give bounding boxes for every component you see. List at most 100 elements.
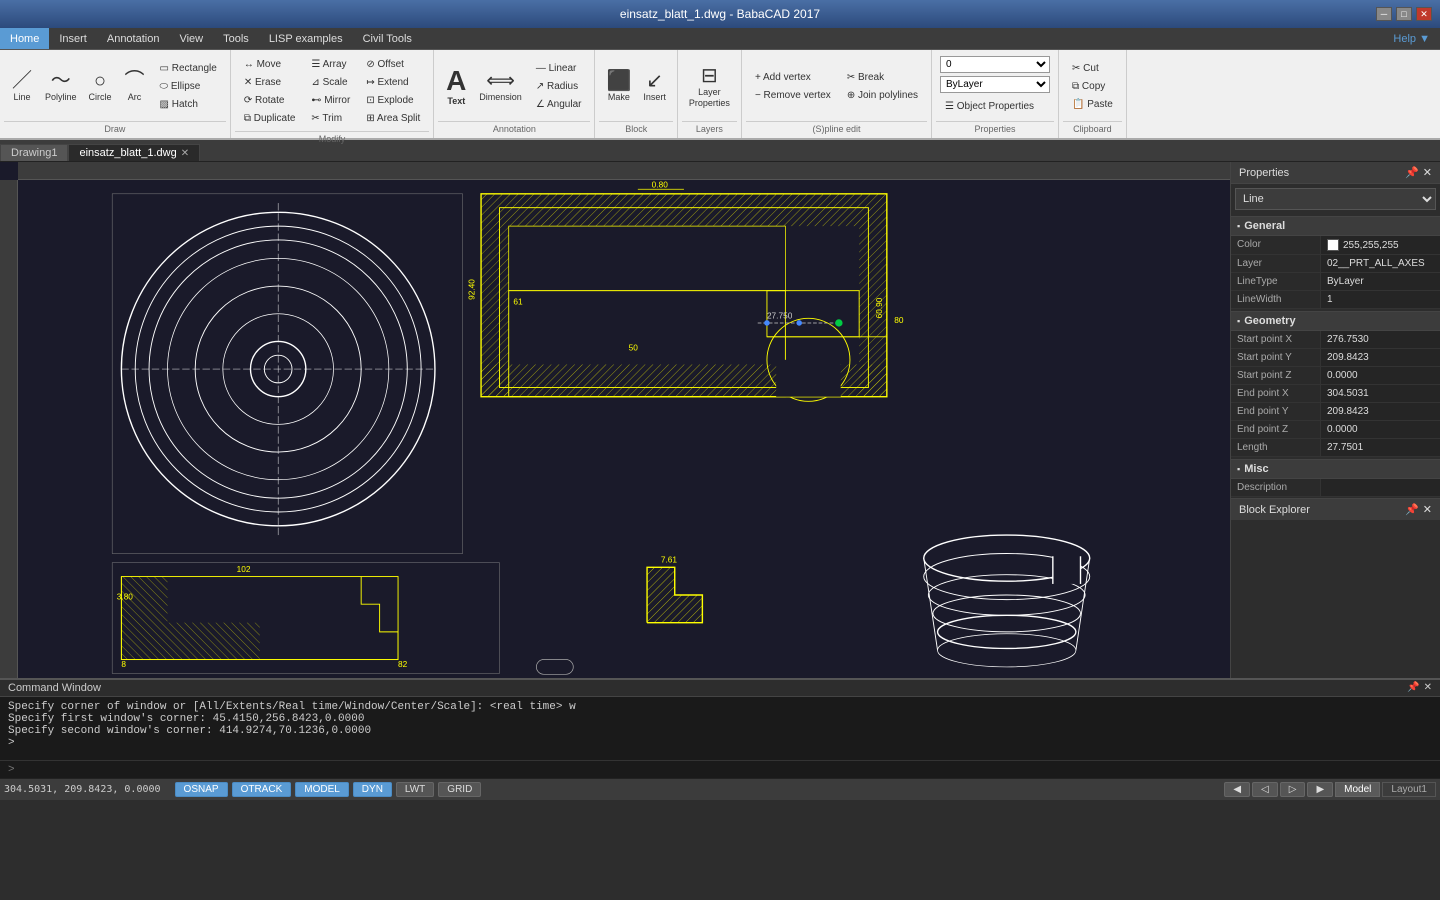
ribbon-btn-areasplit[interactable]: ⊞ Area Split: [361, 110, 425, 127]
ribbon-btn-rectangle[interactable]: ▭ Rectangle: [155, 60, 222, 77]
ribbon-btn-linear[interactable]: — Linear: [531, 60, 587, 77]
ribbon-btn-objectprops[interactable]: ☰ Object Properties: [940, 98, 1039, 115]
prop-startz-val[interactable]: 0.0000: [1321, 367, 1440, 384]
prop-linetype-val[interactable]: ByLayer: [1321, 273, 1440, 290]
close-tab-icon[interactable]: ✕: [181, 148, 189, 159]
ribbon-btn-duplicate[interactable]: ⧉ Duplicate: [239, 110, 301, 127]
ribbon-clipboard-col: ✂ Cut ⧉ Copy 📋 Paste: [1065, 58, 1120, 115]
linetype-dropdown[interactable]: ByLayer: [940, 76, 1050, 93]
pin-cmd-icon[interactable]: 📌: [1407, 682, 1419, 694]
ribbon-btn-angular[interactable]: ∠ Angular: [531, 96, 587, 113]
ribbon-btn-polyline[interactable]: 〜 Polyline: [40, 68, 82, 105]
menu-home[interactable]: Home: [0, 28, 49, 49]
menu-insert[interactable]: Insert: [49, 28, 97, 49]
doc-tab-drawing1[interactable]: Drawing1: [0, 144, 68, 161]
prop-endy-val[interactable]: 209.8423: [1321, 403, 1440, 420]
ribbon-btn-scale[interactable]: ⊿ Scale: [306, 74, 355, 91]
ribbon-btn-hatch[interactable]: ▨ Hatch: [155, 96, 222, 113]
prop-length-val[interactable]: 27.7501: [1321, 439, 1440, 456]
close-button[interactable]: ✕: [1416, 7, 1432, 21]
menu-annotation[interactable]: Annotation: [97, 28, 170, 49]
menu-tools[interactable]: Tools: [213, 28, 259, 49]
ribbon-btn-ellipse[interactable]: ⬭ Ellipse: [155, 78, 222, 95]
layout-nav-next2[interactable]: ▶: [1307, 782, 1333, 797]
drawing-canvas[interactable]: 0.80 27.750 92.40 61 50 60.90 80: [18, 180, 1230, 678]
ribbon-btn-copy[interactable]: ⧉ Copy: [1067, 78, 1118, 95]
menubar: Home Insert Annotation View Tools LISP e…: [0, 28, 1440, 50]
svg-text:0.80: 0.80: [652, 180, 669, 189]
osnap-button[interactable]: OSNAP: [175, 782, 228, 797]
ribbon-btn-offset[interactable]: ⊘ Offset: [361, 56, 425, 73]
prop-starty-val[interactable]: 209.8423: [1321, 349, 1440, 366]
layout-nav-next[interactable]: ▷: [1280, 782, 1306, 797]
ribbon-btn-mirror[interactable]: ⊷ Mirror: [306, 92, 355, 109]
pin-block-icon[interactable]: 📌: [1405, 503, 1419, 516]
ribbon-btn-arc[interactable]: ⌒ Arc: [119, 68, 151, 105]
ribbon-btn-extend[interactable]: ↦ Extend: [361, 74, 425, 91]
dyn-button[interactable]: DYN: [353, 782, 392, 797]
ribbon-btn-layerprops[interactable]: ⊟ Layer Properties: [684, 63, 735, 111]
close-cmd-icon[interactable]: ✕: [1424, 682, 1432, 694]
grid-button[interactable]: GRID: [438, 782, 481, 797]
ribbon-btn-joinpoly[interactable]: ⊕ Join polylines: [842, 87, 923, 104]
ribbon-block-buttons: ⬛ Make ↙ Insert: [599, 52, 672, 121]
ribbon-btn-text[interactable]: A Text: [440, 64, 472, 109]
ribbon-btn-array[interactable]: ☰ Array: [306, 56, 355, 73]
layer-dropdown[interactable]: 0: [940, 56, 1050, 73]
layout-nav-prev2[interactable]: ◁: [1252, 782, 1278, 797]
menu-lisp[interactable]: LISP examples: [259, 28, 353, 49]
command-input[interactable]: [0, 760, 1440, 778]
help-link[interactable]: Help ▼: [1393, 33, 1440, 45]
close-block-icon[interactable]: ✕: [1423, 503, 1432, 516]
general-section-header[interactable]: ▪ General: [1231, 216, 1440, 236]
menu-view[interactable]: View: [169, 28, 213, 49]
prop-startx-val[interactable]: 276.7530: [1321, 331, 1440, 348]
ribbon-btn-addvertex[interactable]: + Add vertex: [750, 69, 836, 86]
minimize-button[interactable]: ─: [1376, 7, 1392, 21]
ribbon-btn-cut[interactable]: ✂ Cut: [1067, 60, 1118, 77]
layout-nav-prev[interactable]: ◀: [1224, 782, 1250, 797]
ribbon-btn-move[interactable]: ↔ Move: [239, 56, 301, 73]
misc-section-header[interactable]: ▪ Misc: [1231, 459, 1440, 479]
geometry-section-header[interactable]: ▪ Geometry: [1231, 311, 1440, 331]
insert-icon: ↙: [646, 71, 663, 91]
close-props-icon[interactable]: ✕: [1423, 166, 1432, 179]
prop-startx: Start point X 276.7530: [1231, 331, 1440, 349]
ribbon-btn-dimension[interactable]: ⟺ Dimension: [474, 68, 527, 105]
geometry-section: ▪ Geometry Start point X 276.7530 Start …: [1231, 311, 1440, 457]
ribbon-clipboard-buttons: ✂ Cut ⧉ Copy 📋 Paste: [1063, 52, 1122, 121]
ribbon-annotation-small: — Linear ↗ Radius ∠ Angular: [529, 58, 589, 115]
layout-tab-model[interactable]: Model: [1335, 782, 1380, 797]
ribbon-btn-radius[interactable]: ↗ Radius: [531, 78, 587, 95]
ribbon-btn-paste[interactable]: 📋 Paste: [1067, 96, 1118, 113]
ribbon-btn-explode[interactable]: ⊡ Explode: [361, 92, 425, 109]
prop-endx-val[interactable]: 304.5031: [1321, 385, 1440, 402]
maximize-button[interactable]: □: [1396, 7, 1412, 21]
prop-color-val[interactable]: 255,255,255: [1321, 236, 1440, 254]
ribbon-btn-rotate[interactable]: ⟳ Rotate: [239, 92, 301, 109]
model-button[interactable]: MODEL: [295, 782, 349, 797]
cmd-line-3: Specify second window's corner: 414.9274…: [8, 725, 1432, 737]
ribbon-btn-removevertex[interactable]: − Remove vertex: [750, 87, 836, 104]
otrack-button[interactable]: OTRACK: [232, 782, 292, 797]
ribbon-btn-insert[interactable]: ↙ Insert: [638, 68, 671, 105]
lwt-button[interactable]: LWT: [396, 782, 434, 797]
command-window-header: Command Window 📌 ✕: [0, 680, 1440, 697]
ribbon-btn-make[interactable]: ⬛ Make: [601, 68, 636, 105]
pin-icon[interactable]: 📌: [1405, 166, 1419, 179]
object-type-select[interactable]: Line: [1235, 188, 1436, 210]
prop-description-val[interactable]: [1321, 479, 1440, 496]
canvas-area[interactable]: 0.80 27.750 92.40 61 50 60.90 80: [0, 162, 1230, 678]
layout-tab-layout1[interactable]: Layout1: [1382, 782, 1436, 797]
ribbon-group-label-block: Block: [599, 121, 672, 136]
ribbon-btn-circle[interactable]: ○ Circle: [84, 68, 117, 105]
prop-layer-val[interactable]: 02__PRT_ALL_AXES: [1321, 255, 1440, 272]
doc-tab-einsatz[interactable]: einsatz_blatt_1.dwg ✕: [68, 144, 200, 161]
prop-linewidth-val[interactable]: 1: [1321, 291, 1440, 308]
ribbon-btn-break[interactable]: ✂ Break: [842, 69, 923, 86]
menu-civil[interactable]: Civil Tools: [353, 28, 422, 49]
ribbon-btn-erase[interactable]: ✕ Erase: [239, 74, 301, 91]
prop-endz-val[interactable]: 0.0000: [1321, 421, 1440, 438]
ribbon-btn-line[interactable]: ／ Line: [6, 68, 38, 105]
ribbon-btn-trim[interactable]: ✂ Trim: [306, 110, 355, 127]
